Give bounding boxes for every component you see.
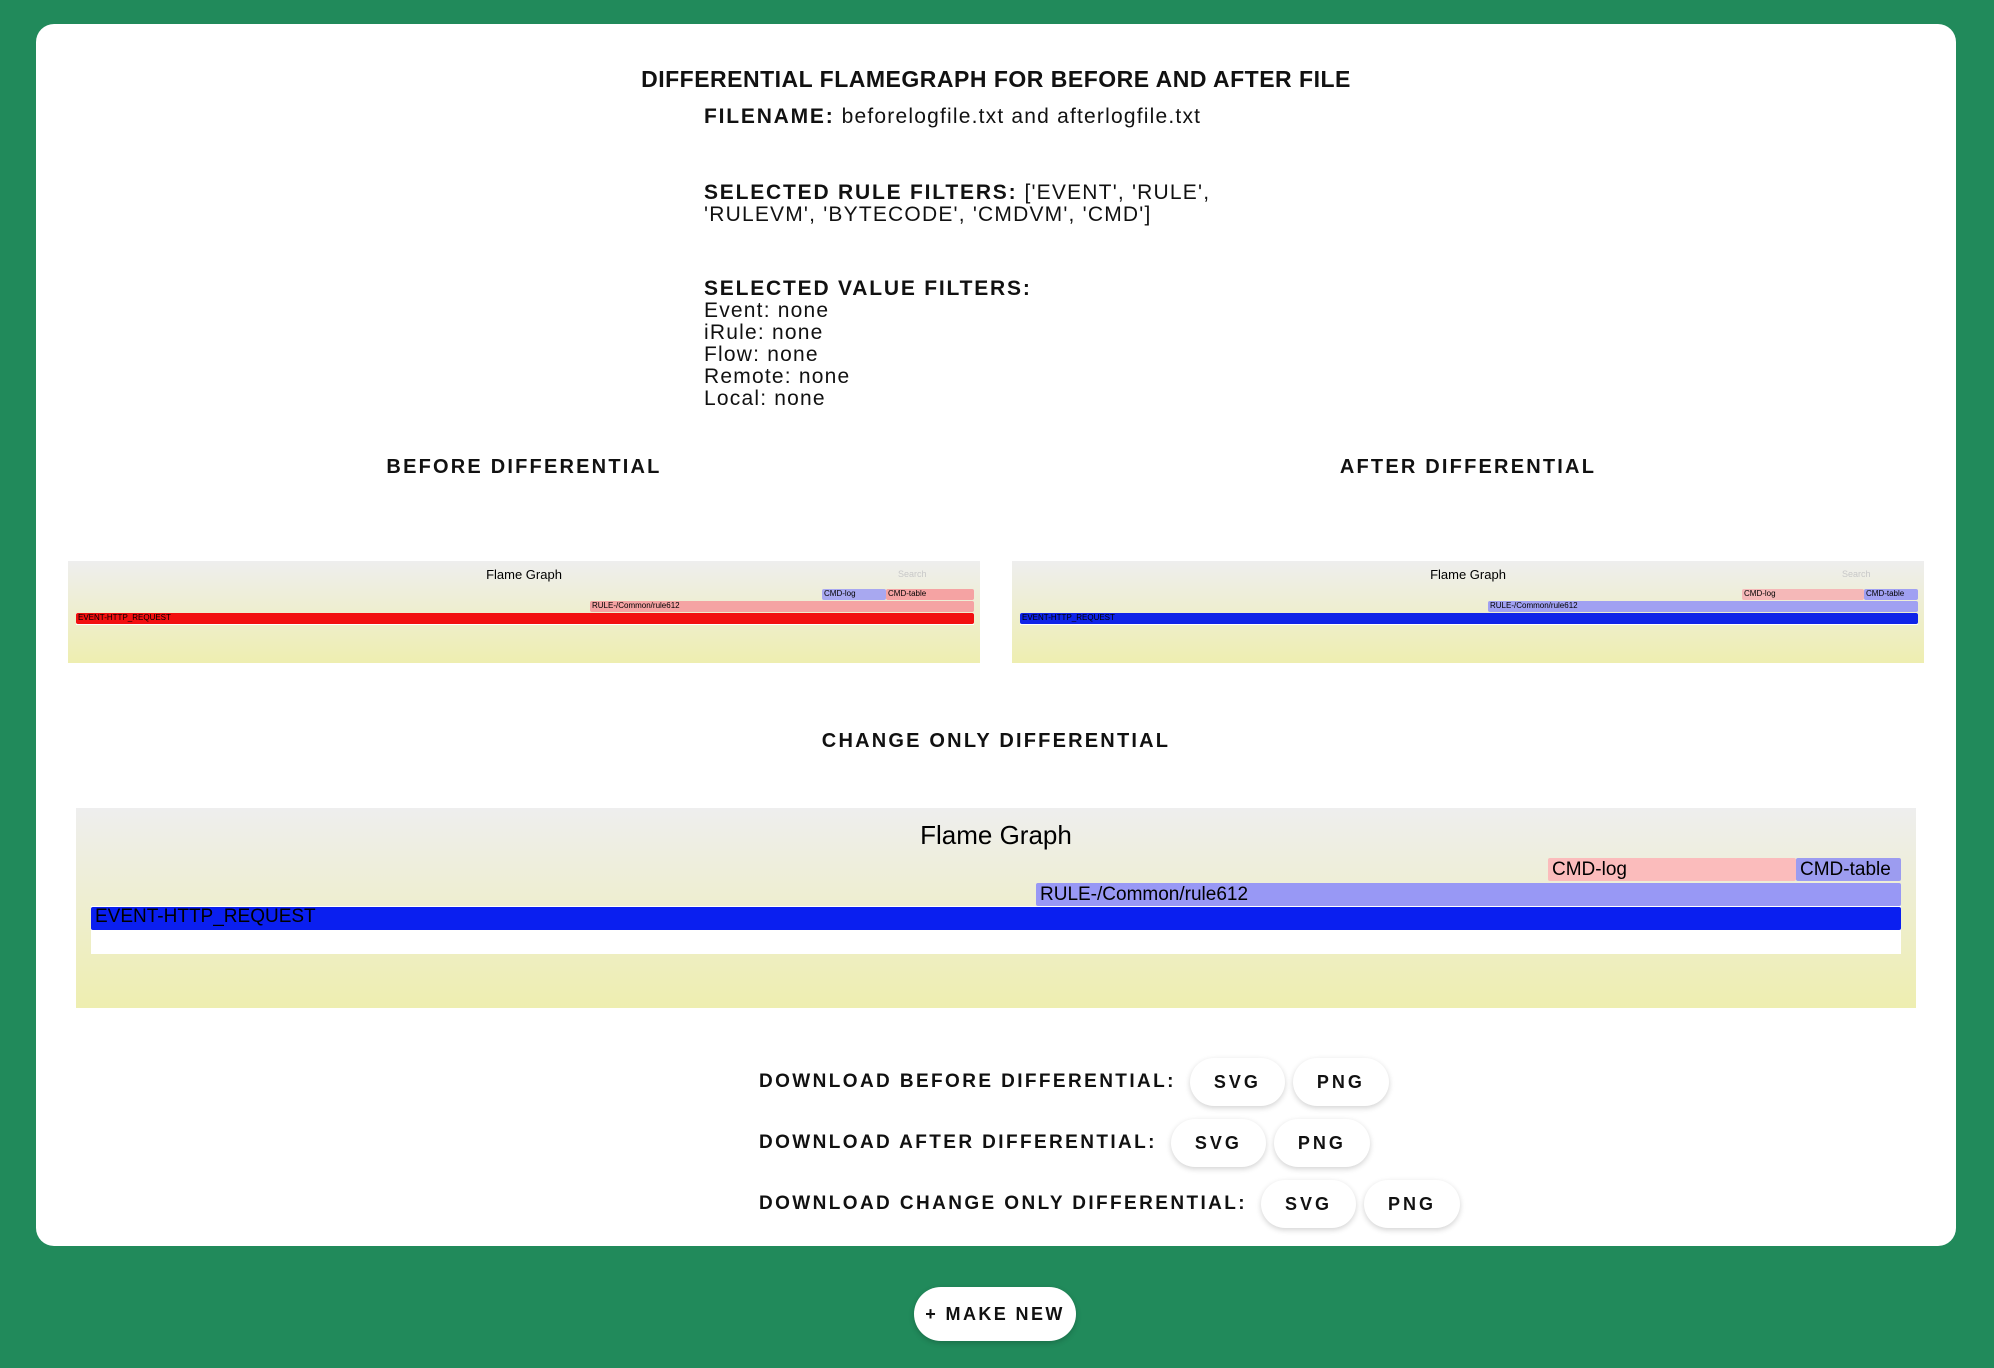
event-filter: Event: none <box>704 299 829 322</box>
flow-filter-label: Flow: <box>704 343 761 366</box>
filename-value: beforelogfile.txt and afterlogfile.txt <box>841 105 1202 128</box>
value-filters-label: SELECTED VALUE FILTERS: <box>704 277 1032 300</box>
value-filters: SELECTED VALUE FILTERS: Event: none iRul… <box>704 278 1032 410</box>
rule-label: RULE-/Common/rule612 <box>592 601 680 610</box>
page-title: DIFFERENTIAL FLAMEGRAPH FOR BEFORE AND A… <box>641 66 1351 92</box>
remote-filter-label: Remote: <box>704 365 792 388</box>
download-before-svg-button[interactable]: SVG <box>1189 1058 1285 1106</box>
rule-filters: SELECTED RULE FILTERS: ['EVENT', 'RULE',… <box>704 182 1210 226</box>
irule-filter-label: iRule: <box>704 321 765 344</box>
rule-filters-label: SELECTED RULE FILTERS: <box>704 181 1018 204</box>
local-filter-value: none <box>774 387 826 410</box>
cmd-log-label: CMD-log <box>1552 859 1627 880</box>
remote-filter-value: none <box>798 365 851 388</box>
download-change-row: DOWNLOAD CHANGE ONLY DIFFERENTIAL: SVG P… <box>759 1180 1468 1228</box>
event-label: EVENT-HTTP_REQUEST <box>1022 613 1115 622</box>
cmd-log-label: CMD-log <box>824 589 856 598</box>
event-label: EVENT-HTTP_REQUEST <box>78 613 171 622</box>
cmd-table-frame[interactable]: CMD-table <box>1864 589 1918 600</box>
cmd-log-label: CMD-log <box>1744 589 1776 598</box>
flamegraph-title: Flame Graph <box>1430 567 1506 582</box>
download-after-label: DOWNLOAD AFTER DIFFERENTIAL: <box>759 1132 1157 1153</box>
after-differential-heading: AFTER DIFFERENTIAL <box>1339 456 1597 478</box>
cmd-table-label: CMD-table <box>1800 859 1891 880</box>
cmd-log-frame[interactable]: CMD-log <box>1742 589 1864 600</box>
search-link[interactable]: Search <box>1842 569 1871 579</box>
irule-filter-value: none <box>771 321 824 344</box>
cmd-table-frame[interactable]: CMD-table <box>886 589 974 600</box>
cmd-log-frame[interactable]: CMD-log <box>1548 858 1796 881</box>
event-frame[interactable]: EVENT-HTTP_REQUEST <box>76 613 974 624</box>
download-change-svg-button[interactable]: SVG <box>1261 1180 1357 1228</box>
event-filter-label: Event: <box>704 299 771 322</box>
event-frame[interactable]: EVENT-HTTP_REQUEST <box>1020 613 1918 624</box>
rule-filters-value-line2: 'RULEVM', 'BYTECODE', 'CMDVM', 'CMD'] <box>704 203 1152 226</box>
before-differential-heading: BEFORE DIFFERENTIAL <box>386 456 662 478</box>
search-link[interactable]: Search <box>898 569 927 579</box>
local-filter-label: Local: <box>704 387 768 410</box>
rule-label: RULE-/Common/rule612 <box>1040 884 1249 905</box>
make-new-button[interactable]: + MAKE NEW <box>914 1287 1076 1341</box>
filename-label: FILENAME: <box>704 105 835 128</box>
flamegraph-title: Flame Graph <box>486 567 562 582</box>
download-after-row: DOWNLOAD AFTER DIFFERENTIAL: SVG PNG <box>759 1119 1378 1167</box>
results-card: DIFFERENTIAL FLAMEGRAPH FOR BEFORE AND A… <box>36 24 1956 1246</box>
local-filter: Local: none <box>704 387 826 410</box>
download-change-label: DOWNLOAD CHANGE ONLY DIFFERENTIAL: <box>759 1193 1247 1214</box>
irule-filter: iRule: none <box>704 321 823 344</box>
remote-filter: Remote: none <box>704 365 850 388</box>
after-flamegraph[interactable]: Flame Graph Search CMD-log CMD-table RUL… <box>1012 561 1924 663</box>
event-label: EVENT-HTTP_REQUEST <box>95 907 316 927</box>
cmd-table-frame[interactable]: CMD-table <box>1796 858 1901 881</box>
download-after-svg-button[interactable]: SVG <box>1170 1119 1266 1167</box>
event-filter-value: none <box>777 299 830 322</box>
cmd-table-label: CMD-table <box>888 589 927 598</box>
download-before-label: DOWNLOAD BEFORE DIFFERENTIAL: <box>759 1071 1176 1092</box>
change-differential-heading: CHANGE ONLY DIFFERENTIAL <box>821 730 1171 752</box>
download-before-row: DOWNLOAD BEFORE DIFFERENTIAL: SVG PNG <box>759 1058 1397 1106</box>
before-flamegraph[interactable]: Flame Graph Search CMD-log CMD-table RUL… <box>68 561 980 663</box>
download-change-png-button[interactable]: PNG <box>1364 1180 1461 1228</box>
event-frame[interactable]: EVENT-HTTP_REQUEST <box>91 907 1901 930</box>
cmd-table-label: CMD-table <box>1866 589 1905 598</box>
rule-frame[interactable]: RULE-/Common/rule612 <box>1036 883 1901 906</box>
cmd-log-frame[interactable]: CMD-log <box>822 589 886 600</box>
flow-filter: Flow: none <box>704 343 819 366</box>
filename-line: FILENAME: beforelogfile.txt and afterlog… <box>704 106 1201 128</box>
flamegraph-title: Flame Graph <box>920 820 1072 850</box>
rule-label: RULE-/Common/rule612 <box>1490 601 1578 610</box>
rule-frame[interactable]: RULE-/Common/rule612 <box>590 601 974 612</box>
download-before-png-button[interactable]: PNG <box>1292 1058 1389 1106</box>
rule-frame[interactable]: RULE-/Common/rule612 <box>1488 601 1918 612</box>
rule-filters-value-line1: ['EVENT', 'RULE', <box>1024 181 1211 204</box>
download-after-png-button[interactable]: PNG <box>1273 1119 1370 1167</box>
change-flamegraph[interactable]: Flame Graph CMD-log CMD-table RULE-/Comm… <box>76 808 1916 1008</box>
flow-filter-value: none <box>767 343 819 366</box>
